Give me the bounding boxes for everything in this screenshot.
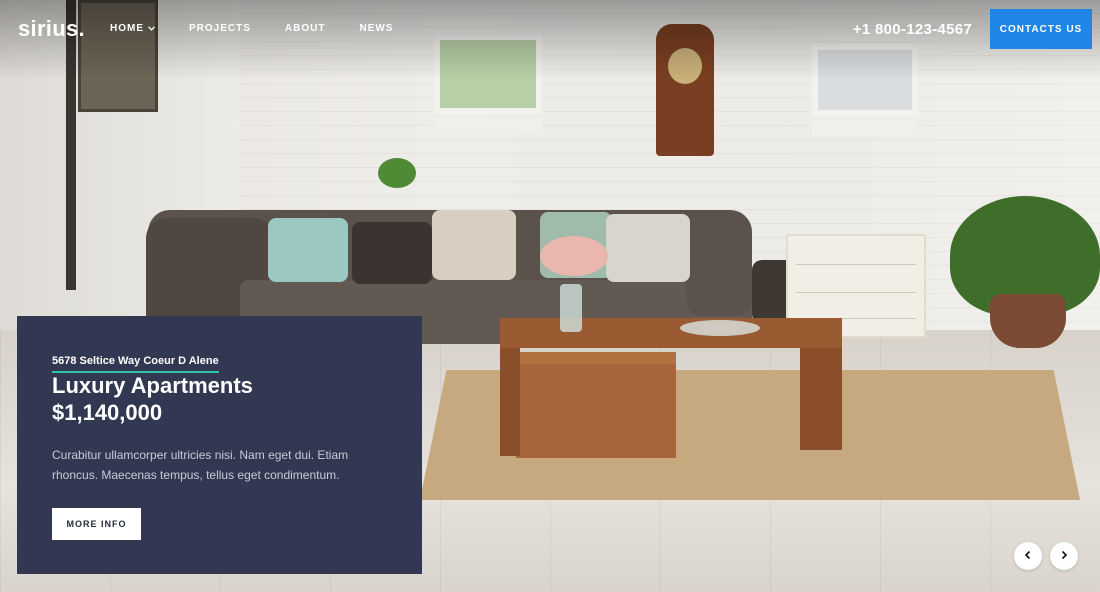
sofa-arm [686, 238, 752, 316]
shelf-plant [378, 158, 416, 188]
chevron-left-icon [1023, 547, 1033, 565]
nav-item-home[interactable]: HOME [110, 22, 155, 36]
nesting-table [516, 352, 676, 458]
slider-prev-button[interactable] [1014, 542, 1042, 570]
property-address: 5678 Seltice Way Coeur D Alene [52, 354, 219, 373]
pillow-bird-2 [606, 214, 690, 282]
chevron-right-icon [1059, 547, 1069, 565]
nav-item-projects[interactable]: PROJECTS [189, 22, 251, 36]
property-description: Curabitur ullamcorper ultricies nisi. Na… [52, 448, 349, 482]
flowers [540, 236, 608, 276]
dresser-drawer-line [796, 292, 916, 293]
property-price: $1,140,000 [52, 400, 163, 425]
nav-item-about[interactable]: ABOUT [285, 22, 326, 36]
window-sill-right [812, 120, 918, 136]
more-info-button[interactable]: MORE INFO [52, 508, 141, 540]
logo[interactable]: sirius. [18, 16, 85, 42]
contacts-us-button[interactable]: CONTACTS US [990, 9, 1092, 49]
property-info-card: 5678 Seltice Way Coeur D Alene Luxury Ap… [17, 316, 422, 574]
slider-next-button[interactable] [1050, 542, 1078, 570]
pillow-bird-1 [432, 210, 516, 280]
nav-item-news[interactable]: NEWS [359, 22, 393, 36]
pillow-teal [268, 218, 348, 282]
coffee-table-top [500, 318, 842, 348]
coffee-table-leg [800, 348, 842, 450]
nav-item-label: NEWS [359, 23, 394, 34]
dresser-drawer-line [796, 264, 916, 265]
decor-tray [680, 320, 760, 336]
nav-item-label: ABOUT [284, 23, 326, 34]
coffee-table-leg [500, 348, 520, 456]
top-navigation: sirius. HOME PROJECTS ABOUT NEWS +1 800-… [0, 0, 1100, 60]
window-sill-left [434, 118, 542, 134]
phone-number[interactable]: +1 800-123-4567 [853, 20, 972, 40]
chevron-down-icon [148, 22, 155, 36]
main-menu: HOME PROJECTS ABOUT NEWS [110, 22, 427, 36]
nav-item-label: HOME [110, 23, 144, 34]
pillow-dark [352, 222, 432, 284]
property-title: Luxury Apartments [52, 373, 253, 398]
glass-vase [560, 284, 582, 332]
nav-item-label: PROJECTS [189, 23, 251, 34]
plant-pot [990, 294, 1066, 348]
